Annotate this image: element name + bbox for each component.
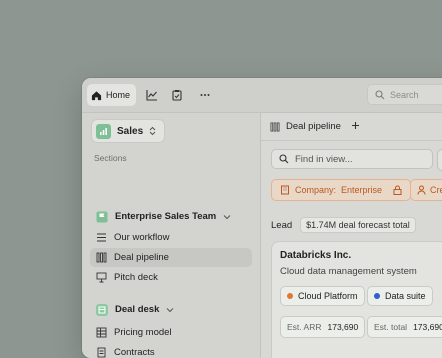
table-icon (96, 327, 107, 338)
building-icon (281, 185, 289, 195)
find-in-view-input[interactable]: Find in view... (271, 149, 433, 169)
search-input[interactable]: Search (367, 84, 442, 105)
sidebar: Sales Sections Enterprise Sales Team Our… (82, 113, 261, 358)
document-icon (97, 347, 106, 358)
stat-value: 173,690 (413, 322, 442, 332)
plus-icon (351, 121, 359, 129)
stat-est-arr: Est. ARR 173,690 (280, 316, 366, 338)
lead-label: Lead (271, 219, 293, 231)
sidebar-item-our-workflow[interactable]: Our workflow (90, 228, 252, 247)
chevron-updown-icon (149, 126, 156, 136)
sidebar-item-pricing-model[interactable]: Pricing model (90, 323, 252, 342)
kanban-icon (270, 122, 280, 131)
presentation-icon (96, 272, 107, 283)
main-panel: Deal pipeline Find in view... Company: E… (261, 113, 442, 358)
view-tab-bar: Deal pipeline (261, 113, 442, 141)
sidebar-group-label: Deal desk (115, 304, 160, 315)
stat-key: Est. ARR (287, 322, 322, 332)
lock-icon (393, 185, 402, 195)
filter-value: Enterprise (341, 185, 383, 195)
sections-label: Sections (94, 153, 127, 163)
deal-card[interactable]: Databricks Inc. Cloud data management sy… (271, 241, 442, 358)
workspace-switcher[interactable]: Sales (91, 119, 166, 143)
home-icon (91, 90, 102, 100)
search-icon (375, 89, 385, 99)
lead-column-header: Lead $1.74M deal forecast total (271, 217, 416, 233)
home-button[interactable]: Home (87, 84, 137, 106)
flag-icon (96, 211, 108, 222)
sidebar-item-deal-pipeline[interactable]: Deal pipeline (90, 248, 252, 267)
person-icon (417, 185, 426, 195)
filter2-label: Cre (430, 185, 442, 195)
tag-cloud-platform[interactable]: Cloud Platform (280, 286, 365, 306)
top-bar: Home Search (82, 78, 442, 113)
sidebar-item-pitch-deck[interactable]: Pitch deck (90, 268, 252, 287)
workspace-logo-icon (96, 123, 111, 139)
tag-dot-icon (374, 293, 380, 299)
add-tab-button[interactable] (351, 121, 360, 133)
view-options-button[interactable] (437, 149, 442, 171)
sidebar-item-contracts[interactable]: Contracts (90, 343, 252, 358)
sidebar-item-label: Pricing model (114, 327, 172, 338)
sidebar-item-label: Pitch deck (114, 272, 158, 283)
tag-dot-icon (287, 293, 293, 299)
stat-est-total: Est. total 173,690 (367, 316, 442, 338)
sidebar-item-label: Deal pipeline (114, 252, 169, 263)
tag-label: Cloud Platform (298, 291, 358, 301)
sidebar-group-deal-desk[interactable]: Deal desk (90, 300, 252, 319)
forecast-badge: $1.74M deal forecast total (300, 217, 416, 233)
sidebar-group-label: Enterprise Sales Team (115, 211, 217, 222)
tag-label: Data suite (385, 291, 426, 301)
chart-icon[interactable] (144, 87, 160, 103)
tag-data-suite[interactable]: Data suite (367, 286, 433, 306)
search-icon (279, 154, 289, 164)
company-filter-chip[interactable]: Company: Enterprise (271, 179, 412, 201)
search-placeholder: Search (390, 89, 419, 100)
home-label: Home (106, 90, 131, 100)
filter-label: Company: (295, 185, 337, 195)
stat-value: 173,690 (327, 322, 359, 332)
stat-key: Est. total (374, 322, 408, 332)
app-window: Home Search Sales Sections Enterprise Sa… (82, 78, 442, 358)
find-placeholder: Find in view... (295, 153, 353, 165)
chevron-down-icon (223, 214, 231, 219)
deal-desk-icon (96, 303, 108, 316)
deal-card-subtitle: Cloud data management system (280, 266, 417, 277)
workspace-name: Sales (117, 125, 144, 137)
kanban-icon (96, 252, 107, 263)
creator-filter-chip[interactable]: Cre (410, 179, 442, 201)
sidebar-item-label: Our workflow (114, 232, 170, 243)
sidebar-item-label: Contracts (114, 347, 155, 358)
deal-card-title: Databricks Inc. (280, 250, 352, 261)
more-icon[interactable] (197, 87, 213, 103)
sidebar-group-enterprise-sales-team[interactable]: Enterprise Sales Team (90, 207, 252, 226)
clipboard-icon[interactable] (169, 87, 185, 103)
tab-deal-pipeline[interactable]: Deal pipeline (286, 121, 341, 132)
chevron-down-icon (167, 307, 174, 312)
list-icon (97, 233, 106, 242)
